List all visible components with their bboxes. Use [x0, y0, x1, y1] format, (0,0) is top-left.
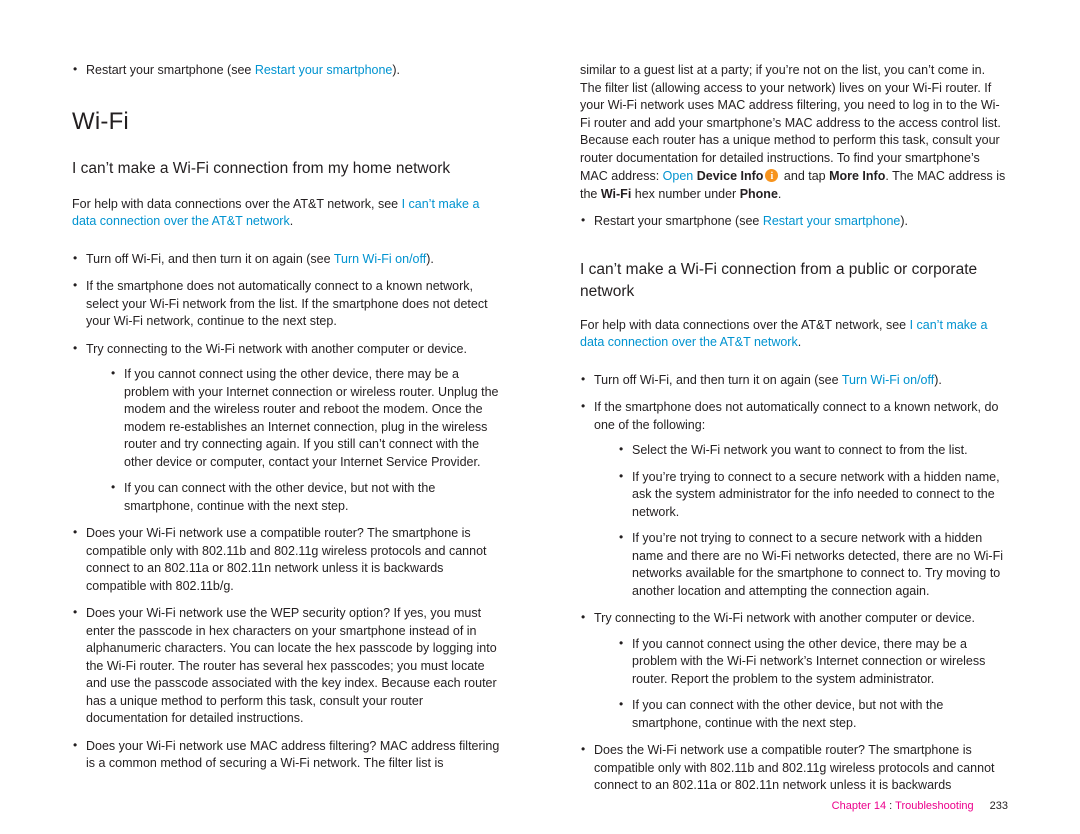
list-item-text: Does the Wi-Fi network use a compatible …	[594, 743, 995, 792]
list-item-text: Try connecting to the Wi-Fi network with…	[594, 611, 975, 625]
heading-public-corporate-network: I can’t make a Wi-Fi connection from a p…	[580, 260, 978, 300]
turn-wifi-onoff-link[interactable]: Turn Wi-Fi on/off	[334, 252, 426, 266]
list-item: If the smartphone does not automatically…	[580, 398, 1008, 600]
list-item-text: Select the Wi-Fi network you want to con…	[632, 443, 968, 457]
turn-wifi-onoff-link[interactable]: Turn Wi-Fi on/off	[842, 373, 934, 387]
list-item: Turn off Wi-Fi, and then turn it on agai…	[72, 250, 505, 269]
restart-smartphone-link[interactable]: Restart your smartphone	[763, 214, 901, 228]
list-item: If you’re not trying to connect to a sec…	[618, 529, 1008, 600]
nested-list: Select the Wi-Fi network you want to con…	[618, 441, 1008, 600]
continued-part4: hex number under	[631, 186, 740, 201]
list-item: Does the Wi-Fi network use a compatible …	[580, 741, 1008, 795]
device-info-label: Device Info	[696, 169, 764, 183]
wifi-label: Wi-Fi	[600, 186, 632, 201]
restart-bullet-pre: Restart your smartphone (see	[86, 63, 255, 77]
intro-pre: For help with data connections over the …	[580, 317, 910, 332]
list-item: Restart your smartphone (see Restart you…	[72, 61, 505, 80]
list-item-text: If you can connect with the other device…	[632, 698, 944, 730]
list-item-text: If you cannot connect using the other de…	[632, 636, 986, 686]
list-item-text: Does your Wi-Fi network use the WEP secu…	[86, 606, 497, 725]
list-item-text: If you can connect with the other device…	[124, 481, 436, 513]
restart-bullet-pre: Restart your smartphone (see	[594, 214, 763, 228]
footer-chapter-label: Chapter 14	[831, 800, 887, 812]
heading-home-network: I can’t make a Wi-Fi connection from my …	[72, 159, 451, 177]
list-item: If you can connect with the other device…	[110, 479, 505, 515]
list-item-text: If the smartphone does not automatically…	[594, 400, 999, 432]
list-item-text: If you’re not trying to connect to a sec…	[632, 531, 1003, 598]
list-item-text: If you’re trying to connect to a secure …	[632, 469, 1000, 519]
list-item-text: If you cannot connect using the other de…	[124, 367, 499, 469]
list-item: If you cannot connect using the other de…	[110, 365, 505, 471]
right-column: similar to a guest list at a party; if y…	[540, 0, 1080, 792]
more-info-label: More Info	[829, 169, 886, 183]
left-troubleshoot-list: Turn off Wi-Fi, and then turn it on agai…	[72, 250, 505, 773]
list-item-text: Try connecting to the Wi-Fi network with…	[86, 341, 467, 356]
list-item: Try connecting to the Wi-Fi network with…	[580, 609, 1008, 733]
page-footer: Chapter 14: Troubleshooting 233	[832, 800, 1008, 812]
two-column-layout: Restart your smartphone (see Restart you…	[0, 0, 1080, 792]
list-item: If the smartphone does not automatically…	[72, 277, 505, 331]
list-item: Does your Wi-Fi network use a compatible…	[72, 524, 505, 595]
continued-paragraph: similar to a guest list at a party; if y…	[580, 62, 1008, 203]
section-title: Wi-Fi	[72, 107, 129, 135]
list-item: Does your Wi-Fi network use the WEP secu…	[72, 604, 505, 728]
restart-smartphone-link[interactable]: Restart your smartphone	[255, 63, 393, 77]
intro-post: .	[797, 335, 802, 349]
list-item: If you cannot connect using the other de…	[618, 635, 1008, 689]
intro-post: .	[289, 214, 294, 228]
list-item: Try connecting to the Wi-Fi network with…	[72, 340, 505, 516]
footer-separator: :	[889, 800, 893, 812]
list-item-text: Does your Wi-Fi network use a compatible…	[86, 526, 487, 593]
list-item: If you can connect with the other device…	[618, 696, 1008, 732]
nested-list: If you cannot connect using the other de…	[618, 635, 1008, 733]
right-troubleshoot-list: Turn off Wi-Fi, and then turn it on agai…	[580, 371, 1008, 795]
continued-part5: .	[777, 186, 782, 201]
phone-label: Phone	[739, 186, 778, 201]
device-info-icon	[765, 168, 779, 186]
list-item: Select the Wi-Fi network you want to con…	[618, 441, 1008, 460]
footer-page-number: 233	[989, 800, 1008, 812]
turn-wifi-post: ).	[934, 372, 942, 387]
list-item: Turn off Wi-Fi, and then turn it on agai…	[580, 371, 1008, 390]
intro-paragraph: For help with data connections over the …	[580, 317, 1008, 352]
turn-wifi-pre: Turn off Wi-Fi, and then turn it on agai…	[594, 372, 842, 387]
turn-wifi-post: ).	[426, 251, 434, 266]
restart-bullet-post: ).	[900, 214, 909, 228]
list-item: Restart your smartphone (see Restart you…	[580, 212, 1008, 231]
open-link[interactable]: Open	[663, 169, 694, 183]
intro-pre: For help with data connections over the …	[72, 196, 402, 211]
continued-part1: similar to a guest list at a party; if y…	[580, 63, 1001, 183]
left-column: Restart your smartphone (see Restart you…	[0, 0, 540, 790]
restart-bullet-post: ).	[392, 63, 401, 77]
document-page: Restart your smartphone (see Restart you…	[0, 0, 1080, 834]
right-restart-bullet-list: Restart your smartphone (see Restart you…	[580, 212, 1008, 231]
footer-topic: Troubleshooting	[895, 800, 974, 812]
nested-list: If you cannot connect using the other de…	[110, 365, 505, 515]
continued-part2: and tap	[780, 169, 830, 183]
left-top-bullet-list: Restart your smartphone (see Restart you…	[72, 61, 505, 80]
list-item-text: If the smartphone does not automatically…	[86, 279, 488, 328]
turn-wifi-pre: Turn off Wi-Fi, and then turn it on agai…	[86, 251, 334, 266]
intro-paragraph: For help with data connections over the …	[72, 196, 505, 231]
list-item: Does your Wi-Fi network use MAC address …	[72, 737, 505, 773]
list-item: If you’re trying to connect to a secure …	[618, 468, 1008, 522]
list-item-text: Does your Wi-Fi network use MAC address …	[86, 738, 500, 771]
